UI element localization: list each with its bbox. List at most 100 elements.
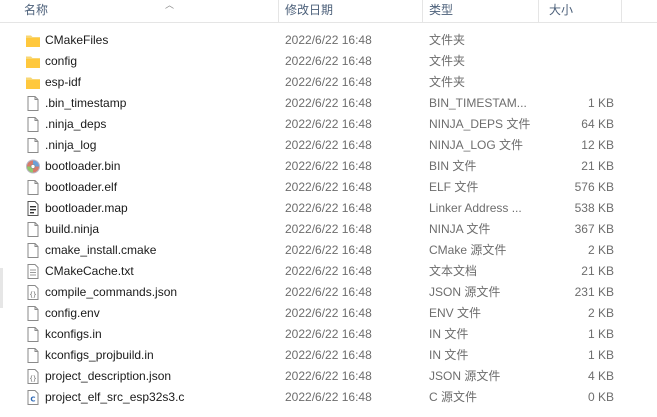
column-size-label: 大小 (549, 3, 574, 17)
file-row[interactable]: .bin_timestamp 2022/6/22 16:48 BIN_TIMESTA… (0, 93, 657, 114)
svg-text:{}: {} (29, 292, 36, 299)
file-name[interactable]: config (45, 51, 275, 72)
file-type: NINJA_DEPS 文件 (429, 117, 531, 131)
file-modified-date: 2022/6/22 16:48 (285, 285, 372, 299)
file-name[interactable]: .ninja_log (45, 135, 275, 156)
column-name-label: 名称 (24, 3, 49, 17)
file-type: NINJA 文件 (429, 222, 491, 236)
file-type: JSON 源文件 (429, 285, 501, 299)
json-file-icon: {} (25, 284, 41, 301)
column-header-name[interactable]: 名称 ︿ (20, 0, 278, 22)
file-modified-date: 2022/6/22 16:48 (285, 117, 372, 131)
file-icon (25, 221, 41, 238)
file-type: C 源文件 (429, 390, 478, 404)
file-type: NINJA_LOG 文件 (429, 138, 524, 152)
file-name[interactable]: project_elf_src_esp32s3.c (45, 387, 275, 408)
file-row[interactable]: bootloader.map 2022/6/22 16:48 Linker Addr… (0, 198, 657, 219)
file-type: 文本文档 (429, 264, 478, 278)
file-row[interactable]: .ninja_deps 2022/6/22 16:48 NINJA_DEPS 文件 6… (0, 114, 657, 135)
file-type: IN 文件 (429, 327, 469, 341)
file-name[interactable]: build.ninja (45, 219, 275, 240)
folder-icon (25, 53, 41, 70)
folder-icon (25, 74, 41, 91)
file-size: 0 KB (587, 390, 614, 404)
file-modified-date: 2022/6/22 16:48 (285, 96, 372, 110)
file-row[interactable]: build.ninja 2022/6/22 16:48 NINJA 文件 367 KB (0, 219, 657, 240)
file-size (540, 30, 614, 51)
file-size: 2 KB (587, 243, 614, 257)
file-name[interactable]: project_description.json (45, 366, 275, 387)
file-row[interactable]: bootloader.bin 2022/6/22 16:48 BIN 文件 21 KB (0, 156, 657, 177)
column-header-date[interactable]: 修改日期 (281, 0, 422, 22)
file-name[interactable]: kconfigs.in (45, 324, 275, 345)
file-modified-date: 2022/6/22 16:48 (285, 243, 372, 257)
sort-ascending-icon: ︿ (165, 0, 175, 10)
c-file-icon: C (25, 389, 41, 406)
file-icon (25, 242, 41, 259)
file-type: 文件夹 (429, 33, 466, 47)
file-name[interactable]: .bin_timestamp (45, 93, 275, 114)
file-name[interactable]: esp-idf (45, 72, 275, 93)
column-date-label: 修改日期 (285, 3, 334, 17)
file-row[interactable]: cmake_install.cmake 2022/6/22 16:48 CMake … (0, 240, 657, 261)
file-type: CMake 源文件 (429, 243, 507, 257)
file-icon (25, 95, 41, 112)
file-size: 21 KB (581, 159, 614, 173)
file-name[interactable]: cmake_install.cmake (45, 240, 275, 261)
file-modified-date: 2022/6/22 16:48 (285, 369, 372, 383)
file-row[interactable]: CMakeCache.txt 2022/6/22 16:48 文本文档 21 KB (0, 261, 657, 282)
file-modified-date: 2022/6/22 16:48 (285, 348, 372, 362)
column-divider[interactable] (422, 0, 423, 22)
scrollbar-edge[interactable] (0, 268, 3, 308)
file-name[interactable]: CMakeFiles (45, 30, 275, 51)
file-name[interactable]: bootloader.map (45, 198, 275, 219)
file-size: 21 KB (581, 264, 614, 278)
file-modified-date: 2022/6/22 16:48 (285, 138, 372, 152)
file-row[interactable]: {} project_description.json 2022/6/22 16:4… (0, 366, 657, 387)
column-divider[interactable] (538, 0, 539, 22)
file-size: 1 KB (587, 327, 614, 341)
file-row[interactable]: kconfigs.in 2022/6/22 16:48 IN 文件 1 KB (0, 324, 657, 345)
file-size: 12 KB (581, 138, 614, 152)
file-icon (25, 179, 41, 196)
svg-text:C: C (30, 396, 35, 404)
map-file-icon (25, 200, 41, 217)
column-header-type[interactable]: 类型 (425, 0, 538, 22)
file-row[interactable]: {} compile_commands.json 2022/6/22 16:48 JS… (0, 282, 657, 303)
column-header: 名称 ︿ 修改日期 类型 大小 (0, 0, 657, 23)
file-row[interactable]: config.env 2022/6/22 16:48 ENV 文件 2 KB (0, 303, 657, 324)
file-name[interactable]: bootloader.elf (45, 177, 275, 198)
file-row[interactable]: esp-idf 2022/6/22 16:48 文件夹 (0, 72, 657, 93)
file-name[interactable]: kconfigs_projbuild.in (45, 345, 275, 366)
file-type: BIN_TIMESTAM... (429, 96, 527, 110)
json-file-icon: {} (25, 368, 41, 385)
svg-text:{}: {} (29, 376, 36, 383)
file-size: 231 KB (574, 285, 614, 299)
file-type: IN 文件 (429, 348, 469, 362)
file-row[interactable]: CMakeFiles 2022/6/22 16:48 文件夹 (0, 30, 657, 51)
file-row[interactable]: kconfigs_projbuild.in 2022/6/22 16:48 IN 文… (0, 345, 657, 366)
file-name[interactable]: compile_commands.json (45, 282, 275, 303)
file-size: 1 KB (587, 348, 614, 362)
file-name[interactable]: .ninja_deps (45, 114, 275, 135)
file-size: 367 KB (574, 222, 614, 236)
text-file-icon (25, 263, 41, 280)
file-name[interactable]: bootloader.bin (45, 156, 275, 177)
file-row[interactable]: .ninja_log 2022/6/22 16:48 NINJA_LOG 文件 12 … (0, 135, 657, 156)
file-row[interactable]: config 2022/6/22 16:48 文件夹 (0, 51, 657, 72)
file-type: BIN 文件 (429, 159, 477, 173)
column-divider[interactable] (278, 0, 279, 22)
file-name[interactable]: CMakeCache.txt (45, 261, 275, 282)
file-modified-date: 2022/6/22 16:48 (285, 159, 372, 173)
file-row[interactable]: Cproject_elf_src_esp32s3.c 2022/6/22 16:4… (0, 387, 657, 408)
file-size: 576 KB (574, 180, 614, 194)
file-size (540, 72, 614, 93)
file-rows: CMakeFiles 2022/6/22 16:48 文件夹 config 2022/6… (0, 30, 657, 408)
file-type: 文件夹 (429, 75, 466, 89)
file-name[interactable]: config.env (45, 303, 275, 324)
file-icon (25, 137, 41, 154)
file-row[interactable]: bootloader.elf 2022/6/22 16:48 ELF 文件 576 K… (0, 177, 657, 198)
file-modified-date: 2022/6/22 16:48 (285, 390, 372, 404)
column-header-size[interactable]: 大小 (545, 0, 621, 22)
column-divider[interactable] (621, 0, 622, 22)
